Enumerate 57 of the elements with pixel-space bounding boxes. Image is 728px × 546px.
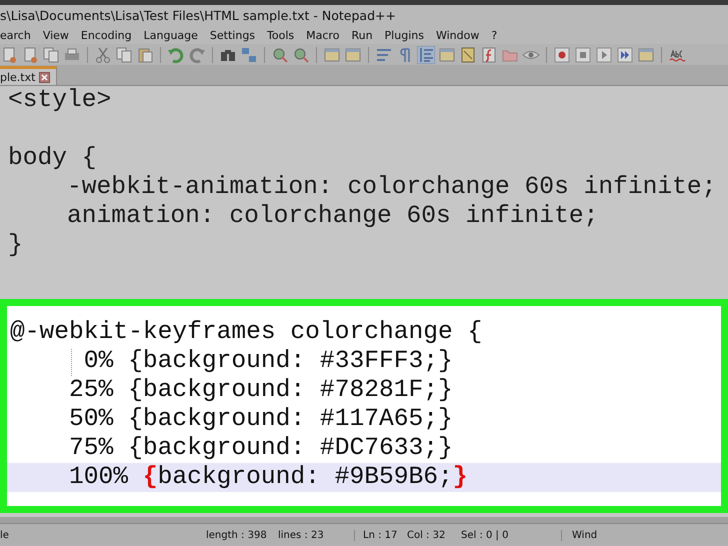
magnifier-icon[interactable] <box>271 46 289 64</box>
file-tab[interactable]: ple.txt <box>0 66 58 85</box>
code-text: body { <box>8 144 97 173</box>
matched-brace: } <box>452 463 468 492</box>
menu-item[interactable]: Tools <box>261 28 300 42</box>
code-text: 0% {background: #33FFF3;} <box>82 347 453 376</box>
indent-guide-icon[interactable] <box>417 46 435 64</box>
menu-item[interactable]: Settings <box>204 28 262 42</box>
menu-item[interactable]: ? <box>485 28 504 42</box>
code-text: @-webkit-keyframes colorchange { <box>10 318 482 347</box>
status-text: Sel : 0 | 0 <box>461 530 562 540</box>
code-editor[interactable] <box>0 86 728 523</box>
code-text: 25% {background: #78281F;} <box>68 376 453 405</box>
clipboard-icon[interactable] <box>136 46 154 64</box>
menu-item[interactable]: Macro <box>300 28 346 42</box>
status-text: Ln : 17 <box>362 530 398 540</box>
status-text: Wind <box>571 530 598 540</box>
menu-item[interactable]: Run <box>345 28 379 42</box>
scissors-icon[interactable] <box>94 46 112 64</box>
status-text: length : 398 <box>206 530 268 540</box>
record-icon[interactable] <box>553 46 571 64</box>
play-icon[interactable] <box>595 46 613 64</box>
replace-icon[interactable] <box>240 46 258 64</box>
status-text: le <box>0 530 10 540</box>
document-map-icon[interactable] <box>459 46 477 64</box>
menu-item[interactable]: earch <box>0 28 37 42</box>
menu-item[interactable]: Language <box>138 28 204 42</box>
code-text: } <box>8 231 23 260</box>
magnifier-icon[interactable] <box>292 46 310 64</box>
tab-label: ple.txt <box>0 70 36 84</box>
code-text: 50% {background: #117A65;} <box>68 405 453 434</box>
menu-item[interactable]: Window <box>430 28 486 42</box>
function-icon[interactable] <box>480 46 498 64</box>
code-text: 75% {background: #DC7633;} <box>68 434 453 463</box>
window-icon[interactable] <box>438 46 456 64</box>
window-icon[interactable] <box>323 46 341 64</box>
window-icon[interactable] <box>637 46 655 64</box>
code-text: background: #9B59B6; <box>158 463 453 492</box>
status-text: lines : 23 <box>278 530 355 540</box>
code-text: -webkit-animation: colorchange 60s infinite; <box>66 173 716 202</box>
matched-brace: { <box>142 463 158 492</box>
redo-icon[interactable] <box>188 46 206 64</box>
code-text: <style> <box>8 86 112 115</box>
status-text: Col : 32 <box>407 530 446 540</box>
undo-icon[interactable] <box>167 46 185 64</box>
menu-item[interactable]: Plugins <box>378 28 430 42</box>
code-text: animation: colorchange 60s infinite; <box>66 202 598 231</box>
pages-icon[interactable] <box>115 46 133 64</box>
stop-icon[interactable] <box>574 46 592 64</box>
code-text: 100% <box>68 463 130 492</box>
menu-item[interactable]: View <box>36 28 75 42</box>
fast-forward-icon[interactable] <box>616 46 634 64</box>
menu-item[interactable]: Encoding <box>74 28 138 42</box>
pages-icon[interactable] <box>42 46 60 64</box>
close-icon[interactable] <box>39 72 50 82</box>
window-icon[interactable] <box>344 46 362 64</box>
window-title: s\Lisa\Documents\Lisa\Test Files\HTML sample.txt - Notepad++ <box>0 8 396 23</box>
